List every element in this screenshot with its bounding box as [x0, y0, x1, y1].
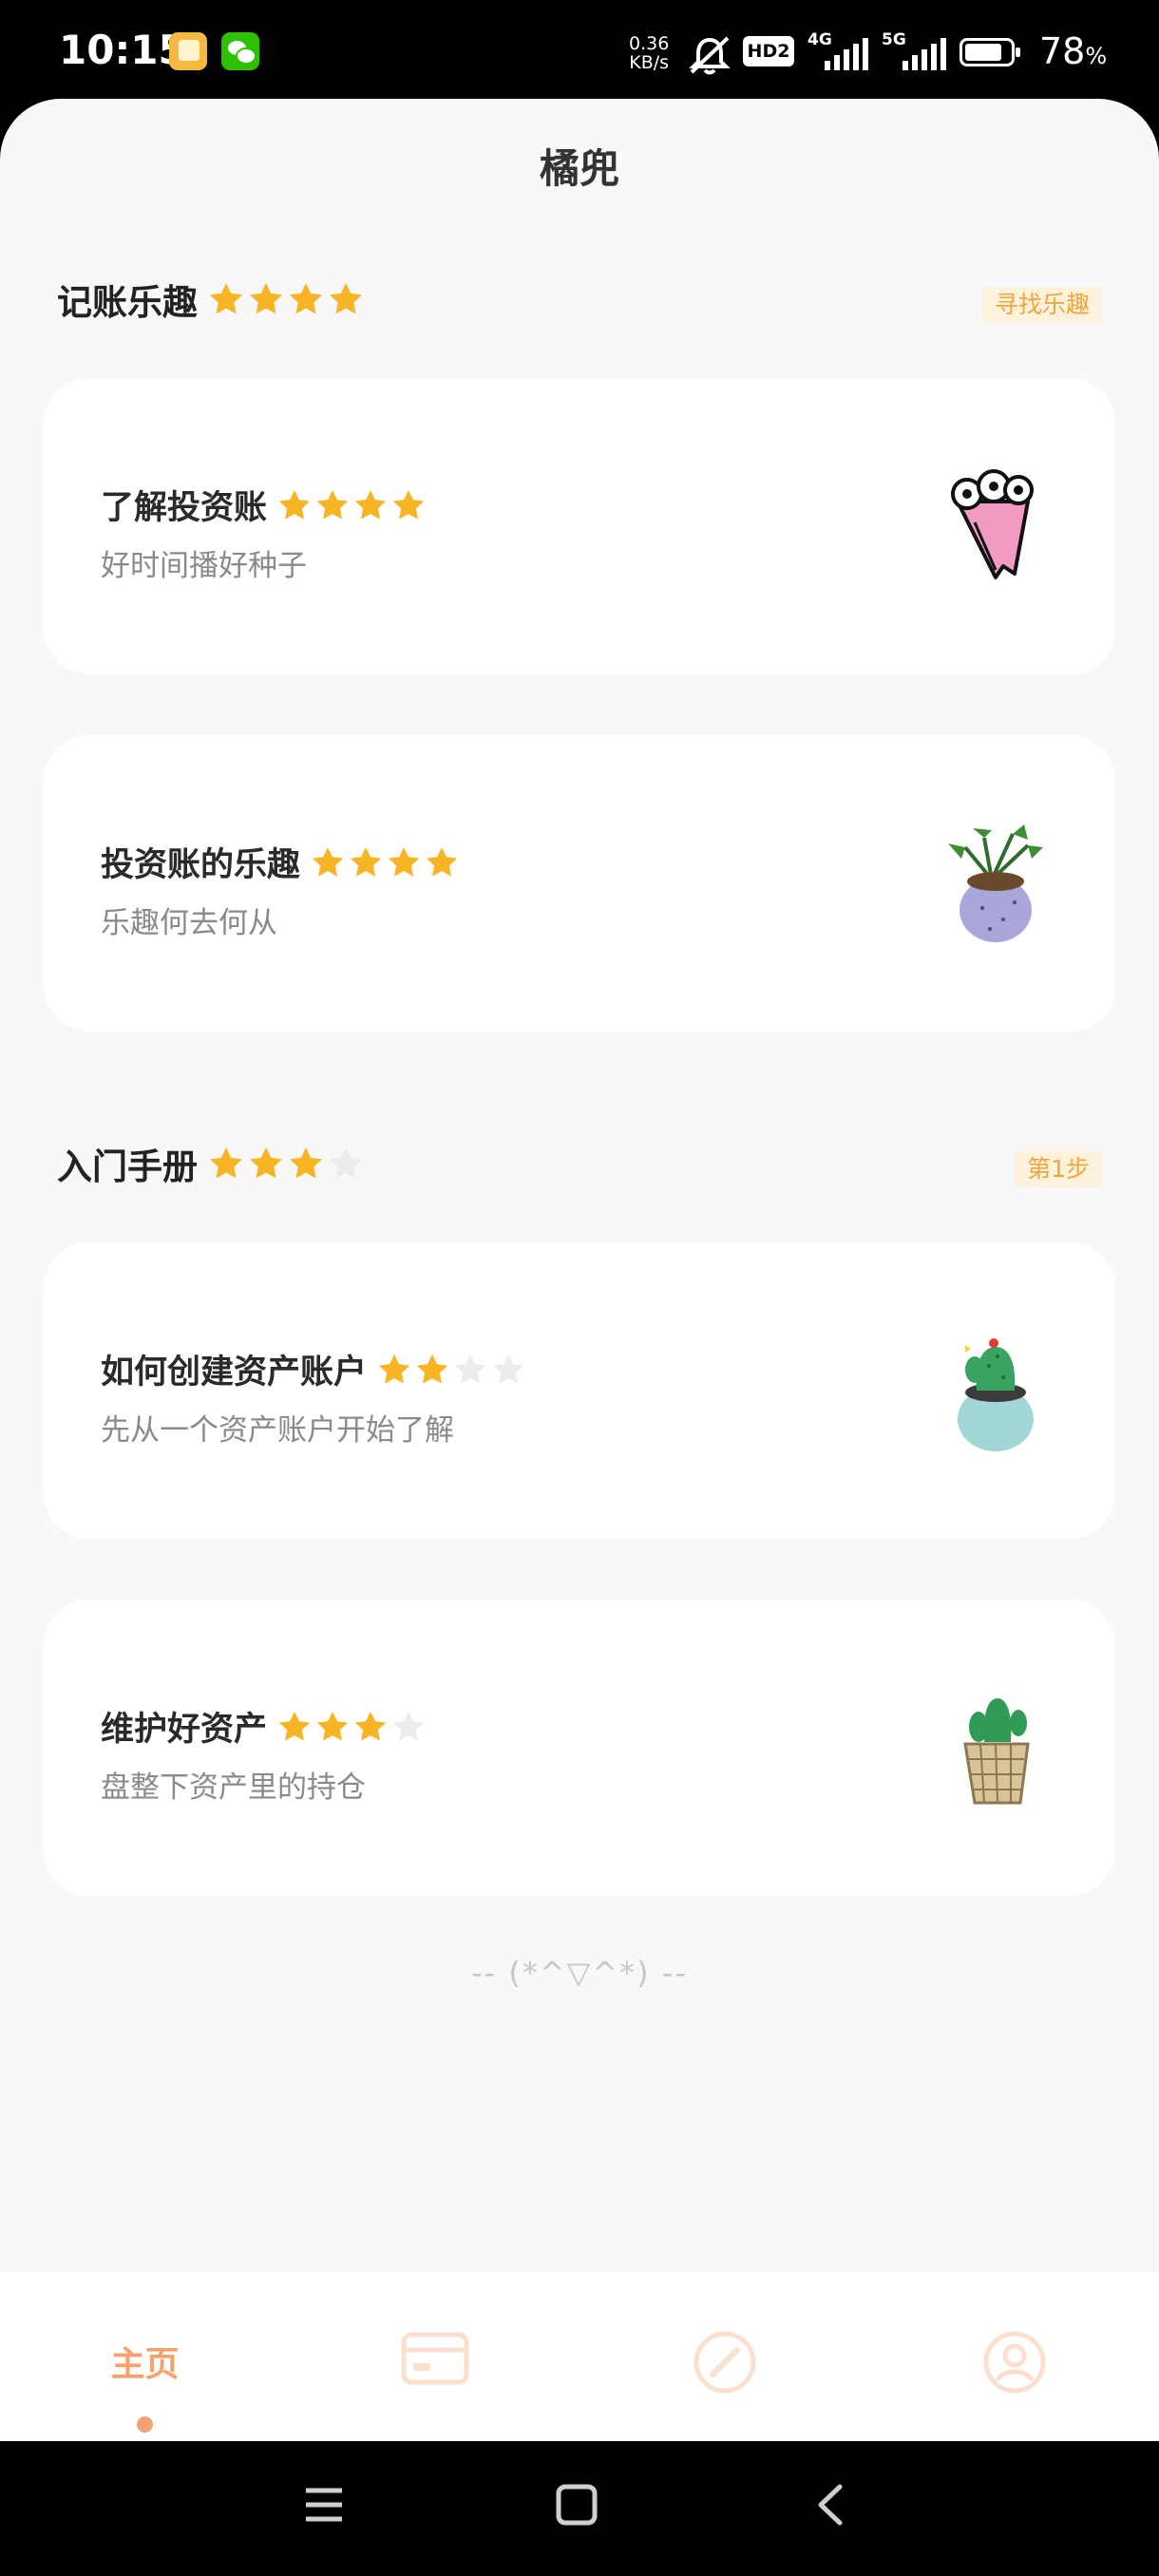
- card-subtitle: 先从一个资产账户开始了解: [101, 1413, 454, 1448]
- star-filled-icon: [354, 1711, 387, 1741]
- status-bar: 10:15 0.36 KB/s HD2 4G 5G 78%: [0, 0, 1159, 104]
- card-investment-fun[interactable]: 投资账的乐趣 乐趣何去何从: [44, 735, 1115, 1032]
- home-square-icon[interactable]: [555, 2483, 598, 2527]
- card-subtitle: 乐趣何去何从: [101, 906, 277, 940]
- star-filled-icon: [290, 1147, 322, 1179]
- star-filled-icon: [210, 1147, 242, 1179]
- bottom-tab-bar: 主页: [0, 2272, 1159, 2441]
- section-title-label: 记账乐趣: [57, 282, 198, 323]
- app-content: 橘兜 记账乐趣 寻找乐趣 了解投资账 好时间播好种子 投资账的乐趣 乐趣何去何从: [0, 99, 1159, 2441]
- flower-bouquet-icon: [951, 469, 1034, 579]
- star-empty-icon: [330, 1147, 362, 1179]
- star-filled-icon: [312, 846, 344, 877]
- net-speed-unit: KB/s: [629, 52, 670, 73]
- hd-badge: HD2: [743, 36, 794, 66]
- star-filled-icon: [316, 489, 349, 520]
- gallery-app-icon: [169, 32, 207, 70]
- signal-icon-2: [902, 38, 946, 70]
- back-icon[interactable]: [809, 2483, 853, 2527]
- card-title: 维护好资产: [101, 1702, 428, 1751]
- section-title-bookkeeping-fun: 记账乐趣: [57, 274, 367, 325]
- page-title: 橘兜: [539, 145, 619, 192]
- profile-icon: [983, 2331, 1046, 2394]
- star-empty-icon: [392, 1711, 425, 1741]
- mute-icon: [689, 36, 731, 75]
- tab-cards[interactable]: [290, 2272, 580, 2441]
- card-rating: [276, 487, 428, 523]
- tab-home[interactable]: 主页: [0, 2272, 290, 2441]
- compass-icon: [694, 2331, 756, 2394]
- star-filled-icon: [278, 489, 311, 520]
- star-filled-icon: [316, 1711, 349, 1741]
- system-nav-bar: [0, 2441, 1159, 2576]
- section-rating: [207, 280, 367, 318]
- clock: 10:15: [59, 27, 186, 73]
- cactus-basket-icon: [963, 1698, 1030, 1805]
- star-filled-icon: [250, 1147, 282, 1179]
- star-filled-icon: [210, 283, 242, 314]
- section-title-label: 入门手册: [57, 1146, 198, 1187]
- card-subtitle: 好时间播好种子: [101, 549, 307, 583]
- star-filled-icon: [392, 489, 425, 520]
- wechat-icon: [221, 32, 259, 70]
- star-filled-icon: [250, 283, 282, 314]
- card-rating: [276, 1709, 428, 1745]
- star-filled-icon: [350, 846, 382, 877]
- star-filled-icon: [354, 489, 387, 520]
- star-empty-icon: [492, 1354, 524, 1384]
- star-filled-icon: [290, 283, 322, 314]
- star-filled-icon: [330, 283, 362, 314]
- card-title-label: 如何创建资产账户: [101, 1354, 368, 1392]
- star-filled-icon: [416, 1354, 448, 1384]
- net-speed: 0.36 KB/s: [629, 34, 669, 72]
- signal-icon: [825, 38, 868, 70]
- section-title-beginner-guide: 入门手册: [57, 1138, 367, 1189]
- card-maintain-assets[interactable]: 维护好资产 盘整下资产里的持仓: [44, 1600, 1115, 1896]
- card-title: 如何创建资产账户: [101, 1345, 528, 1393]
- battery-value: 78: [1039, 30, 1086, 72]
- card-title: 投资账的乐趣: [101, 838, 462, 886]
- card-rating: [310, 844, 462, 881]
- battery-unit: %: [1085, 43, 1108, 69]
- menu-icon[interactable]: [302, 2483, 346, 2527]
- section-rating: [207, 1145, 367, 1183]
- star-empty-icon: [454, 1354, 486, 1384]
- cactus-teal-pot-icon: [958, 1338, 1034, 1451]
- card-title-label: 了解投资账: [101, 489, 268, 527]
- footer-text: -- (*^▽^*) --: [471, 1955, 688, 1991]
- star-filled-icon: [388, 846, 420, 877]
- section-tag-find-fun[interactable]: 寻找乐趣: [981, 287, 1102, 323]
- card-subtitle: 盘整下资产里的持仓: [101, 1771, 366, 1805]
- card-create-asset-account[interactable]: 如何创建资产账户 先从一个资产账户开始了解: [44, 1242, 1115, 1539]
- star-filled-icon: [278, 1711, 311, 1741]
- section-tag-step-1[interactable]: 第1步: [1015, 1151, 1102, 1187]
- potted-plant-purple-icon: [948, 824, 1043, 942]
- card-title-label: 投资账的乐趣: [101, 846, 301, 884]
- net-speed-value: 0.36: [629, 33, 670, 54]
- card-title: 了解投资账: [101, 481, 428, 529]
- tab-home-label: 主页: [110, 2345, 180, 2384]
- card-icon: [401, 2332, 469, 2385]
- battery-icon: [960, 38, 1020, 66]
- tab-discover[interactable]: [580, 2272, 869, 2441]
- tab-profile[interactable]: [869, 2272, 1159, 2441]
- card-understand-investment[interactable]: 了解投资账 好时间播好种子: [44, 378, 1115, 674]
- star-filled-icon: [426, 846, 458, 877]
- card-rating: [376, 1352, 528, 1388]
- battery-percent: 78%: [1039, 30, 1107, 72]
- star-filled-icon: [378, 1354, 410, 1384]
- active-tab-indicator: [137, 2416, 153, 2433]
- card-title-label: 维护好资产: [101, 1711, 268, 1749]
